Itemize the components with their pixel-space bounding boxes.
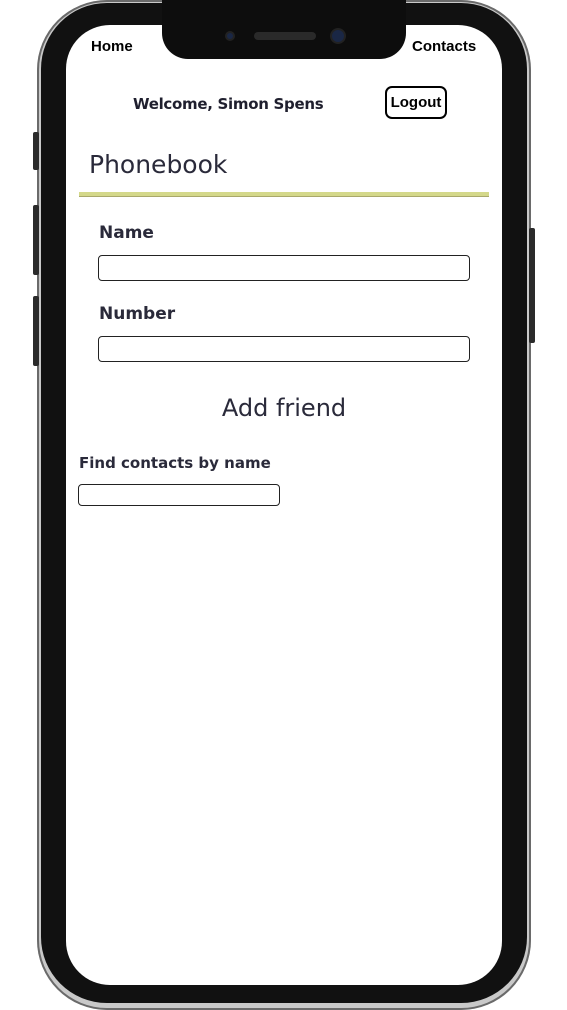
phone-power-button bbox=[529, 228, 535, 343]
logout-button[interactable]: Logout bbox=[385, 86, 447, 119]
phone-volume-up-button bbox=[33, 205, 39, 275]
welcome-text: Welcome, Simon Spens bbox=[133, 95, 324, 113]
nav-contacts-link[interactable]: Contacts bbox=[412, 38, 476, 55]
phone-front-camera-icon bbox=[332, 30, 344, 42]
add-friend-button[interactable]: Add friend bbox=[205, 390, 363, 426]
phone-notch bbox=[162, 0, 406, 59]
page-title: Phonebook bbox=[89, 150, 228, 179]
phone-speaker bbox=[254, 32, 316, 40]
number-label: Number bbox=[99, 304, 176, 324]
name-input[interactable] bbox=[98, 255, 470, 281]
name-label: Name bbox=[99, 223, 154, 243]
nav-home-link[interactable]: Home bbox=[91, 38, 133, 55]
filter-label: Find contacts by name bbox=[79, 454, 271, 472]
number-input[interactable] bbox=[98, 336, 470, 362]
phone-side-button bbox=[33, 132, 39, 170]
filter-input[interactable] bbox=[78, 484, 280, 506]
phone-camera-icon bbox=[227, 33, 233, 39]
title-divider bbox=[79, 192, 489, 197]
phone-volume-down-button bbox=[33, 296, 39, 366]
